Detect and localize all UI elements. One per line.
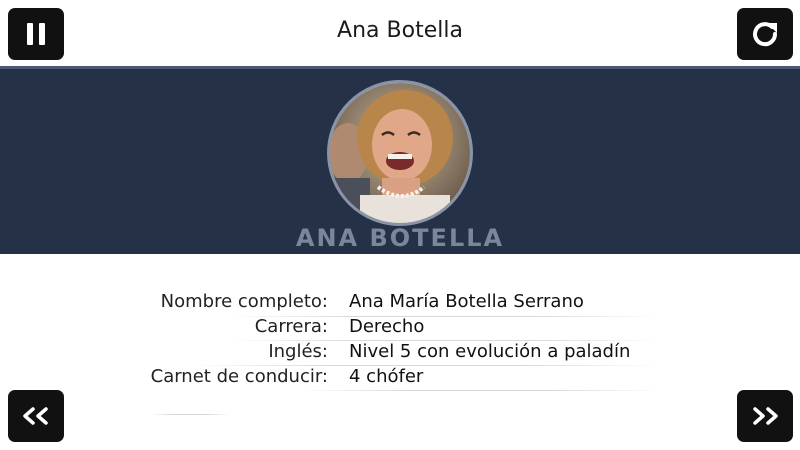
detail-value: Derecho — [349, 316, 425, 337]
previous-button[interactable] — [8, 390, 64, 442]
detail-label: Carrera: — [254, 316, 328, 337]
avatar-photo — [330, 83, 470, 223]
next-button[interactable] — [737, 390, 793, 442]
double-chevron-left-icon — [23, 407, 48, 425]
detail-value: Nivel 5 con evolución a paladín — [349, 341, 631, 362]
detail-row: Carrera: Derecho — [0, 316, 800, 340]
page-title: Ana Botella — [337, 18, 463, 43]
pause-button[interactable] — [8, 8, 64, 60]
double-chevron-right-icon — [753, 407, 778, 425]
refresh-button[interactable] — [737, 8, 793, 60]
divider — [300, 390, 660, 391]
detail-row: Nombre completo: Ana María Botella Serra… — [0, 291, 800, 315]
detail-row: Inglés: Nivel 5 con evolución a paladín — [0, 341, 800, 365]
detail-label: Nombre completo: — [160, 291, 328, 312]
pause-icon — [27, 23, 45, 45]
refresh-icon — [753, 22, 778, 47]
detail-label: Inglés: — [268, 341, 328, 362]
divider — [150, 414, 230, 415]
avatar — [327, 80, 473, 226]
detail-value: 4 chófer — [349, 366, 424, 387]
detail-value: Ana María Botella Serrano — [349, 291, 584, 312]
detail-label: Carnet de conducir: — [150, 366, 328, 387]
banner-name: ANA BOTELLA — [295, 224, 505, 252]
banner-divider — [0, 66, 800, 69]
detail-row: Carnet de conducir: 4 chófer — [0, 366, 800, 390]
